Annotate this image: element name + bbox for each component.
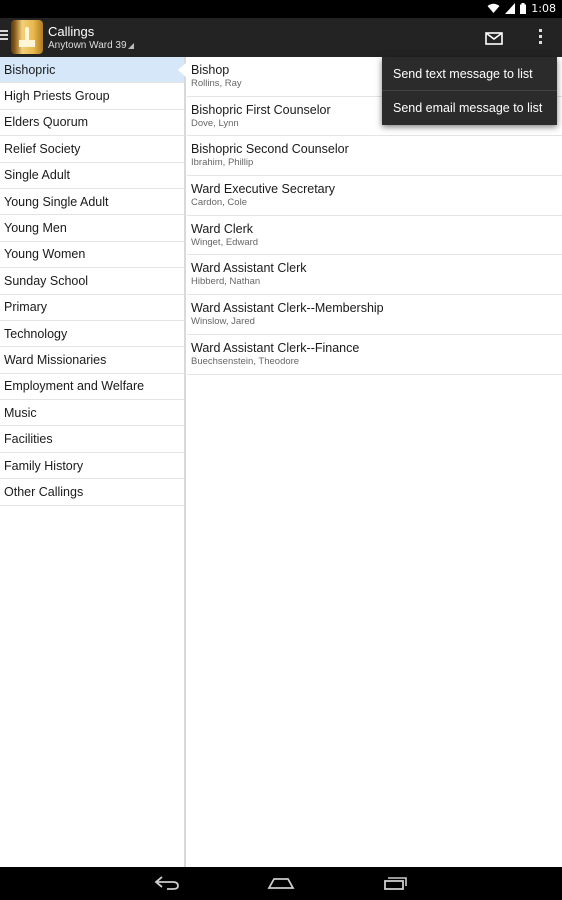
- list-item-high-priests-group[interactable]: High Priests Group: [0, 83, 184, 110]
- organization-list: Bishopric High Priests Group Elders Quor…: [0, 57, 186, 867]
- list-item-relief-society[interactable]: Relief Society: [0, 136, 184, 163]
- list-item-facilities[interactable]: Facilities: [0, 426, 184, 453]
- send-email-message-menu-item[interactable]: Send email message to list: [382, 91, 557, 125]
- mail-icon: [485, 32, 503, 45]
- recents-icon[interactable]: [381, 875, 409, 891]
- home-icon[interactable]: [267, 875, 295, 891]
- calling-title: Bishopric Second Counselor: [191, 142, 349, 157]
- calling-title: Ward Clerk: [191, 221, 254, 236]
- member-name: Ibrahim, Phillip: [191, 157, 254, 169]
- clock: 1:08: [531, 2, 556, 15]
- member-name: Winslow, Jared: [191, 316, 255, 328]
- calling-title: Ward Assistant Clerk--Membership: [191, 301, 384, 316]
- list-item-other-callings[interactable]: Other Callings: [0, 479, 184, 506]
- list-item-young-women[interactable]: Young Women: [0, 242, 184, 269]
- signal-icon: [505, 3, 516, 14]
- calling-row[interactable]: Ward Assistant Clerk--Membership Winslow…: [187, 295, 562, 335]
- calling-title: Ward Assistant Clerk--Finance: [191, 340, 360, 355]
- list-item-ward-missionaries[interactable]: Ward Missionaries: [0, 347, 184, 374]
- status-bar: 1:08: [0, 0, 562, 18]
- calling-title: Ward Assistant Clerk: [191, 261, 307, 276]
- list-item-technology[interactable]: Technology: [0, 321, 184, 348]
- member-name: Winget, Edward: [191, 236, 259, 248]
- list-item-music[interactable]: Music: [0, 400, 184, 427]
- list-item-employment-and-welfare[interactable]: Employment and Welfare: [0, 374, 184, 401]
- calling-row[interactable]: Bishopric Second Counselor Ibrahim, Phil…: [187, 136, 562, 177]
- drawer-indicator-icon[interactable]: [0, 30, 8, 44]
- calling-row[interactable]: Ward Assistant Clerk--Finance Buechsenst…: [187, 335, 562, 375]
- wifi-icon: [487, 3, 500, 13]
- back-icon[interactable]: [153, 875, 181, 891]
- page-title: Callings: [48, 24, 95, 39]
- calling-list: Bishop Rollins, Ray Bishopric First Coun…: [187, 57, 562, 867]
- list-item-single-adult[interactable]: Single Adult: [0, 163, 184, 189]
- overflow-menu: Send text message to list Send email mes…: [382, 57, 557, 125]
- list-item-sunday-school[interactable]: Sunday School: [0, 268, 184, 295]
- list-item-family-history[interactable]: Family History: [0, 453, 184, 480]
- mail-button[interactable]: [478, 28, 510, 50]
- overflow-menu-icon[interactable]: [528, 26, 552, 50]
- battery-icon: [520, 3, 527, 14]
- list-item-primary[interactable]: Primary: [0, 295, 184, 321]
- list-item-young-men[interactable]: Young Men: [0, 215, 184, 242]
- list-item-young-single-adult[interactable]: Young Single Adult: [0, 189, 184, 216]
- calling-row[interactable]: Ward Assistant Clerk Hibberd, Nathan: [187, 255, 562, 296]
- action-bar: Callings Anytown Ward 39: [0, 18, 562, 57]
- dropdown-arrow-icon[interactable]: [128, 43, 134, 49]
- app-logo-icon[interactable]: [11, 20, 43, 54]
- list-item-bishopric[interactable]: Bishopric: [0, 57, 184, 84]
- send-text-message-menu-item[interactable]: Send text message to list: [382, 57, 557, 91]
- ward-selector[interactable]: Anytown Ward 39: [48, 40, 127, 51]
- selection-pointer: [178, 62, 187, 78]
- member-name: Buechsenstein, Theodore: [191, 355, 300, 367]
- calling-title: Ward Executive Secretary: [191, 182, 336, 197]
- calling-row[interactable]: Ward Executive Secretary Cardon, Cole: [187, 176, 562, 216]
- calling-row[interactable]: Ward Clerk Winget, Edward: [187, 216, 562, 256]
- member-name: Hibberd, Nathan: [191, 276, 261, 288]
- system-nav-bar: [0, 867, 562, 900]
- member-name: Cardon, Cole: [191, 197, 247, 209]
- list-item-elders-quorum[interactable]: Elders Quorum: [0, 110, 184, 137]
